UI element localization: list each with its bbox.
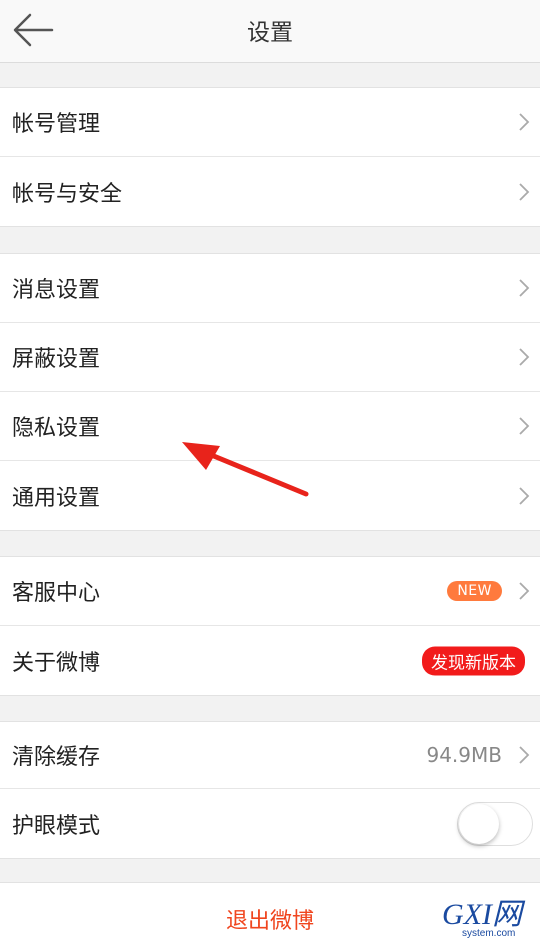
item-label: 帐号与安全 <box>12 181 123 207</box>
chevron-right-icon <box>519 486 530 505</box>
chevron-right-icon <box>519 348 530 366</box>
chevron-right-icon <box>519 417 530 435</box>
item-label: 清除缓存 <box>12 745 101 770</box>
utility-group: 清除缓存 94.9MB 护眼模式 <box>0 721 540 859</box>
chevron-right-icon <box>519 182 530 201</box>
chevron-right-icon <box>519 113 530 131</box>
item-label: 护眼模式 <box>12 813 101 839</box>
block-settings-item[interactable]: 屏蔽设置 <box>0 323 540 392</box>
account-group: 帐号管理 帐号与安全 <box>0 87 540 227</box>
eye-care-mode-item: 护眼模式 <box>0 789 540 858</box>
item-label: 消息设置 <box>12 278 101 303</box>
annotation-arrow-icon <box>182 442 309 497</box>
customer-service-item[interactable]: 客服中心 NEW <box>0 557 540 626</box>
item-label: 通用设置 <box>12 485 101 511</box>
message-settings-item[interactable]: 消息设置 <box>0 254 540 323</box>
item-label: 关于微博 <box>12 650 101 676</box>
about-weibo-item[interactable]: 关于微博 发现新版本 <box>0 626 540 695</box>
watermark-main: GXI网 <box>442 898 526 931</box>
page-title: 设置 <box>247 20 293 46</box>
item-label: 屏蔽设置 <box>12 347 101 372</box>
watermark-sub: system.com <box>462 928 515 938</box>
account-security-item[interactable]: 帐号与安全 <box>0 157 540 226</box>
support-group: 客服中心 NEW 关于微博 发现新版本 <box>0 556 540 696</box>
new-version-badge: 发现新版本 <box>422 646 525 675</box>
item-label: 帐号管理 <box>12 112 101 137</box>
chevron-right-icon <box>519 746 530 764</box>
cache-size-value: 94.9MB <box>426 743 502 767</box>
account-management-item[interactable]: 帐号管理 <box>0 88 540 157</box>
chevron-right-icon <box>519 582 530 600</box>
clear-cache-item[interactable]: 清除缓存 94.9MB <box>0 722 540 789</box>
item-label: 客服中心 <box>12 581 101 606</box>
watermark-logo: GXI网 system.com <box>442 898 526 938</box>
navigation-bar: 设置 <box>0 0 540 63</box>
new-badge: NEW <box>447 581 502 601</box>
eye-care-toggle[interactable] <box>457 801 533 846</box>
toggle-knob <box>459 803 499 844</box>
item-label: 隐私设置 <box>12 416 101 441</box>
chevron-right-icon <box>519 279 530 297</box>
